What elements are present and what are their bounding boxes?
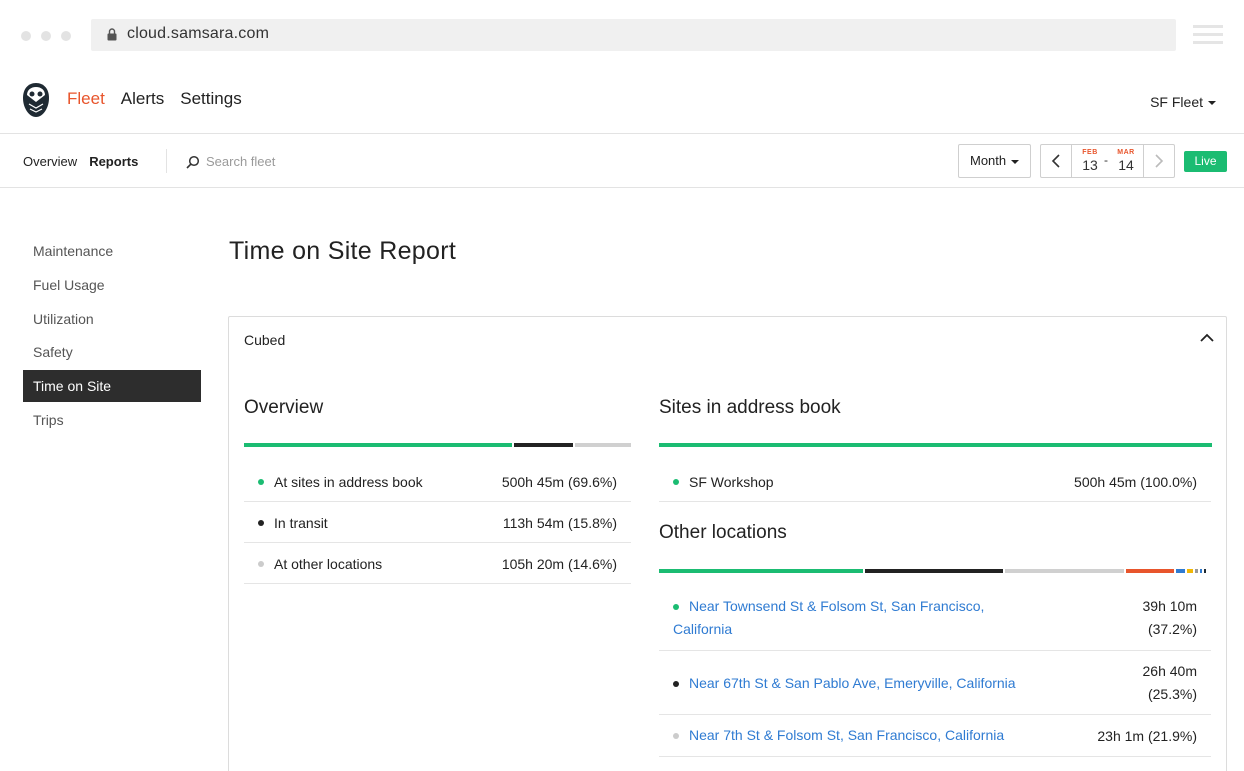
caret-down-icon bbox=[1011, 159, 1020, 164]
table-row: At sites in address book 500h 45m (69.6%… bbox=[244, 461, 631, 502]
end-date-month: MAR bbox=[1117, 149, 1135, 156]
status-dot bbox=[258, 479, 264, 485]
window-control-maximize[interactable] bbox=[61, 31, 71, 41]
overview-title: Overview bbox=[244, 397, 324, 418]
date-range-picker: FEB 13 - MAR 14 bbox=[1040, 144, 1175, 178]
sites-distribution-bar bbox=[659, 443, 1212, 447]
location-link[interactable]: Near 67th St & San Pablo Ave, Emeryville… bbox=[689, 672, 1016, 695]
page-title: Time on Site Report bbox=[229, 237, 457, 265]
sidebar-item-time-on-site[interactable]: Time on Site bbox=[23, 370, 201, 403]
sites-title: Sites in address book bbox=[659, 397, 841, 418]
start-date-day: 13 bbox=[1082, 157, 1098, 173]
report-card: Cubed Overview At sites in address book … bbox=[228, 316, 1227, 771]
chevron-left-icon bbox=[1051, 154, 1060, 168]
previous-period-button[interactable] bbox=[1041, 145, 1072, 177]
period-select[interactable]: Month bbox=[958, 144, 1031, 178]
hamburger-menu-icon[interactable] bbox=[1193, 25, 1223, 45]
browser-chrome: cloud.samsara.com bbox=[0, 0, 1244, 70]
search-icon bbox=[186, 155, 200, 169]
bar-segment-transit bbox=[514, 443, 573, 447]
table-row: SF Workshop 500h 45m (100.0%) bbox=[659, 461, 1211, 502]
nav-settings[interactable]: Settings bbox=[180, 89, 241, 109]
overview-distribution-bar bbox=[244, 443, 631, 447]
reports-sidebar: Maintenance Fuel Usage Utilization Safet… bbox=[23, 235, 201, 438]
fleet-selector-label: SF Fleet bbox=[1150, 94, 1203, 110]
bar-segment-sf-workshop bbox=[659, 443, 1212, 447]
row-value: 500h 45m (69.6%) bbox=[501, 474, 617, 490]
other-locations-title: Other locations bbox=[659, 522, 787, 543]
end-date-day: 14 bbox=[1118, 157, 1134, 173]
sidebar-item-trips[interactable]: Trips bbox=[23, 404, 201, 436]
row-value: 23h 1m (21.9%) bbox=[1097, 728, 1197, 744]
address-bar[interactable]: cloud.samsara.com bbox=[91, 19, 1176, 51]
row-label: At other locations bbox=[274, 556, 383, 572]
status-dot bbox=[258, 520, 264, 526]
status-dot bbox=[673, 479, 679, 485]
status-dot bbox=[673, 681, 679, 687]
table-row: Near 67th St & San Pablo Ave, Emeryville… bbox=[659, 651, 1211, 715]
row-value: 500h 45m (100.0%) bbox=[1074, 474, 1197, 490]
table-row: In transit 113h 54m (15.8%) bbox=[244, 502, 631, 543]
samsara-owl-logo-icon[interactable] bbox=[22, 82, 50, 118]
end-date[interactable]: MAR 14 bbox=[1111, 149, 1141, 174]
row-value: 39h 10m (37.2%) bbox=[1142, 598, 1197, 637]
start-date-month: FEB bbox=[1082, 149, 1098, 156]
status-dot bbox=[673, 733, 679, 739]
row-label: SF Workshop bbox=[689, 474, 774, 490]
bar-segment bbox=[1176, 569, 1185, 573]
url-text: cloud.samsara.com bbox=[127, 25, 270, 42]
window-control-close[interactable] bbox=[21, 31, 31, 41]
sidebar-item-safety[interactable]: Safety bbox=[23, 336, 201, 368]
table-row: Near 7th St & Folsom St, San Francisco, … bbox=[659, 715, 1211, 757]
divider bbox=[166, 149, 167, 173]
bar-segment bbox=[1204, 569, 1206, 573]
status-dot bbox=[258, 561, 264, 567]
bar-segment bbox=[659, 569, 863, 573]
search-input[interactable] bbox=[206, 151, 406, 171]
next-period-button[interactable] bbox=[1143, 145, 1174, 177]
bar-segment-other bbox=[575, 443, 631, 447]
sub-nav: Overview Reports bbox=[23, 154, 138, 169]
card-title: Cubed bbox=[244, 332, 286, 348]
chevron-right-icon bbox=[1155, 154, 1164, 168]
period-select-label: Month bbox=[970, 153, 1007, 168]
sidebar-item-fuel-usage[interactable]: Fuel Usage bbox=[23, 269, 201, 301]
other-locations-distribution-bar bbox=[659, 569, 1212, 573]
start-date[interactable]: FEB 13 bbox=[1075, 149, 1105, 174]
window-control-minimize[interactable] bbox=[41, 31, 51, 41]
caret-down-icon bbox=[1208, 101, 1216, 106]
lock-icon bbox=[107, 28, 117, 41]
bar-segment bbox=[1126, 569, 1174, 573]
sidebar-item-maintenance[interactable]: Maintenance bbox=[23, 235, 201, 267]
main-nav: Fleet Alerts Settings bbox=[67, 89, 242, 109]
bar-segment-address-book bbox=[244, 443, 512, 447]
location-link[interactable]: Near Townsend St & Folsom St, San Franci… bbox=[673, 595, 1033, 641]
live-button[interactable]: Live bbox=[1184, 151, 1227, 172]
row-label: In transit bbox=[274, 515, 328, 531]
bar-segment bbox=[1200, 569, 1202, 573]
table-row: Near Townsend St & Folsom St, San Franci… bbox=[659, 585, 1211, 651]
bar-segment bbox=[1187, 569, 1193, 573]
row-value: 26h 40m (25.3%) bbox=[1142, 663, 1197, 702]
date-separator: - bbox=[1104, 153, 1108, 167]
bar-segment bbox=[1005, 569, 1124, 573]
sidebar-item-utilization[interactable]: Utilization bbox=[23, 303, 201, 335]
row-label: At sites in address book bbox=[274, 474, 423, 490]
fleet-selector[interactable]: SF Fleet bbox=[1150, 94, 1216, 110]
table-row: At other locations 105h 20m (14.6%) bbox=[244, 543, 631, 584]
chevron-up-icon[interactable] bbox=[1200, 333, 1214, 343]
bar-segment bbox=[1195, 569, 1198, 573]
row-value: 113h 54m (15.8%) bbox=[502, 515, 617, 531]
sub-header: Overview Reports Month FEB 13 - MAR 14 L… bbox=[0, 135, 1244, 188]
bar-segment bbox=[865, 569, 1003, 573]
app-header: Fleet Alerts Settings SF Fleet bbox=[0, 70, 1244, 134]
tab-reports[interactable]: Reports bbox=[89, 154, 138, 169]
nav-alerts[interactable]: Alerts bbox=[121, 89, 164, 109]
tab-overview[interactable]: Overview bbox=[23, 154, 77, 169]
location-link[interactable]: Near 7th St & Folsom St, San Francisco, … bbox=[689, 724, 1004, 747]
nav-fleet[interactable]: Fleet bbox=[67, 89, 105, 109]
row-value: 105h 20m (14.6%) bbox=[501, 556, 617, 572]
